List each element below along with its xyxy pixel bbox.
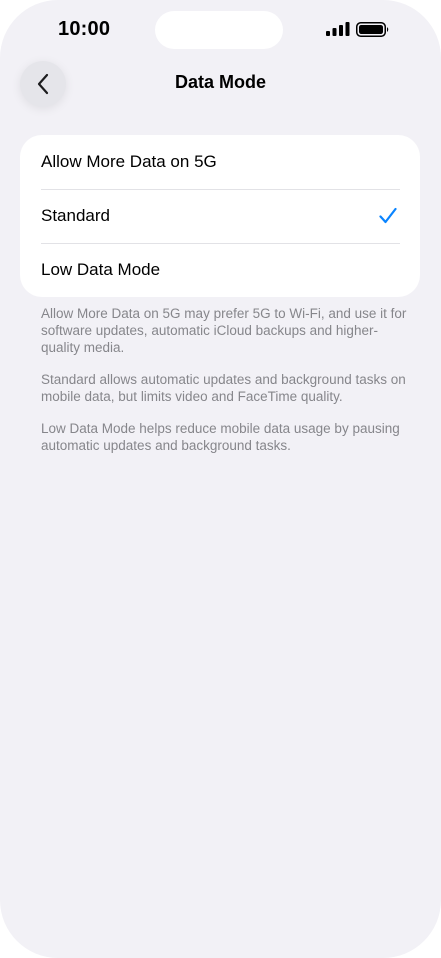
- footnotes: Allow More Data on 5G may prefer 5G to W…: [41, 305, 413, 469]
- option-allow-more-data[interactable]: Allow More Data on 5G: [20, 135, 420, 189]
- data-mode-options: Allow More Data on 5G Standard Low Data …: [20, 135, 420, 297]
- footnote-standard: Standard allows automatic updates and ba…: [41, 372, 406, 404]
- status-bar: 10:00: [0, 0, 441, 60]
- phone-screen: 10:00 Data Mode Allow More Data on 5G St…: [0, 0, 441, 958]
- option-label: Allow More Data on 5G: [41, 152, 217, 171]
- footnote-low-data-mode: Low Data Mode helps reduce mobile data u…: [41, 421, 400, 453]
- cellular-signal-icon: [326, 22, 350, 36]
- checkmark-icon: [379, 207, 397, 224]
- option-label: Low Data Mode: [41, 260, 161, 279]
- footnote-allow-more-data: Allow More Data on 5G may prefer 5G to W…: [41, 306, 407, 355]
- battery-icon: [356, 22, 389, 37]
- status-time: 10:00: [58, 18, 111, 40]
- navigation-bar: Data Mode: [0, 60, 441, 110]
- option-label: Standard: [41, 206, 110, 225]
- page-title: Data Mode: [174, 72, 266, 92]
- dynamic-island: [155, 11, 283, 49]
- option-standard[interactable]: Standard: [20, 189, 420, 243]
- option-low-data-mode[interactable]: Low Data Mode: [20, 243, 420, 297]
